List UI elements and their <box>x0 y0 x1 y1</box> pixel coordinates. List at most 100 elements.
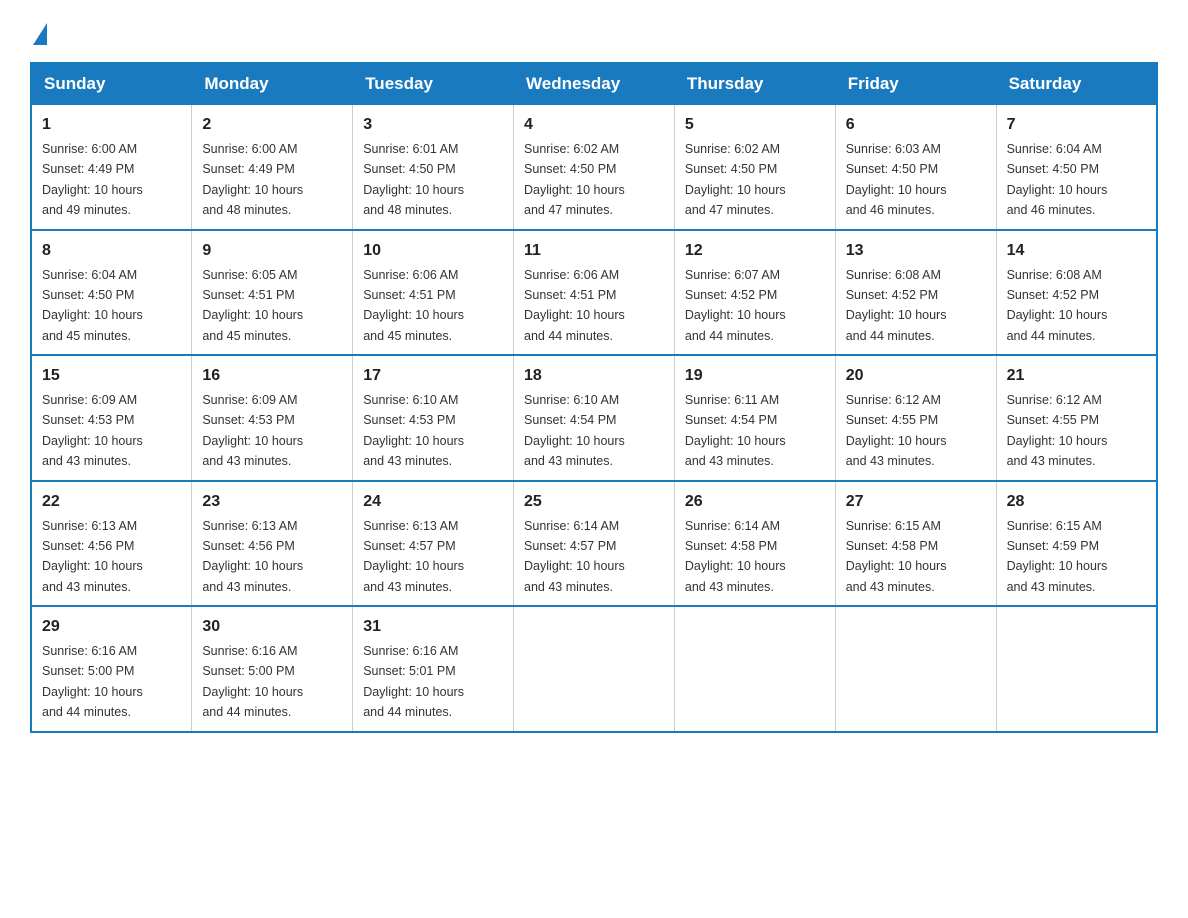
day-info: Sunrise: 6:01 AMSunset: 4:50 PMDaylight:… <box>363 142 464 217</box>
calendar-cell: 28 Sunrise: 6:15 AMSunset: 4:59 PMDaylig… <box>996 481 1157 607</box>
day-info: Sunrise: 6:15 AMSunset: 4:59 PMDaylight:… <box>1007 519 1108 594</box>
calendar-cell: 1 Sunrise: 6:00 AMSunset: 4:49 PMDayligh… <box>31 105 192 230</box>
calendar-header-tuesday: Tuesday <box>353 63 514 105</box>
calendar-cell: 29 Sunrise: 6:16 AMSunset: 5:00 PMDaylig… <box>31 606 192 732</box>
day-number: 20 <box>846 364 986 388</box>
day-info: Sunrise: 6:04 AMSunset: 4:50 PMDaylight:… <box>42 268 143 343</box>
logo <box>30 20 47 42</box>
calendar-cell: 17 Sunrise: 6:10 AMSunset: 4:53 PMDaylig… <box>353 355 514 481</box>
day-info: Sunrise: 6:15 AMSunset: 4:58 PMDaylight:… <box>846 519 947 594</box>
calendar-cell: 18 Sunrise: 6:10 AMSunset: 4:54 PMDaylig… <box>514 355 675 481</box>
day-number: 12 <box>685 239 825 263</box>
day-info: Sunrise: 6:13 AMSunset: 4:56 PMDaylight:… <box>42 519 143 594</box>
calendar-cell: 25 Sunrise: 6:14 AMSunset: 4:57 PMDaylig… <box>514 481 675 607</box>
day-number: 9 <box>202 239 342 263</box>
day-info: Sunrise: 6:05 AMSunset: 4:51 PMDaylight:… <box>202 268 303 343</box>
calendar-week-row: 22 Sunrise: 6:13 AMSunset: 4:56 PMDaylig… <box>31 481 1157 607</box>
day-info: Sunrise: 6:14 AMSunset: 4:58 PMDaylight:… <box>685 519 786 594</box>
calendar-header-saturday: Saturday <box>996 63 1157 105</box>
calendar-header-row: SundayMondayTuesdayWednesdayThursdayFrid… <box>31 63 1157 105</box>
calendar-cell <box>835 606 996 732</box>
day-info: Sunrise: 6:11 AMSunset: 4:54 PMDaylight:… <box>685 393 786 468</box>
day-number: 27 <box>846 490 986 514</box>
day-number: 11 <box>524 239 664 263</box>
calendar-cell: 21 Sunrise: 6:12 AMSunset: 4:55 PMDaylig… <box>996 355 1157 481</box>
day-number: 29 <box>42 615 181 639</box>
day-number: 4 <box>524 113 664 137</box>
logo-triangle-icon <box>33 23 47 45</box>
day-info: Sunrise: 6:00 AMSunset: 4:49 PMDaylight:… <box>42 142 143 217</box>
calendar-cell: 20 Sunrise: 6:12 AMSunset: 4:55 PMDaylig… <box>835 355 996 481</box>
calendar-cell: 6 Sunrise: 6:03 AMSunset: 4:50 PMDayligh… <box>835 105 996 230</box>
day-info: Sunrise: 6:08 AMSunset: 4:52 PMDaylight:… <box>846 268 947 343</box>
calendar-cell: 8 Sunrise: 6:04 AMSunset: 4:50 PMDayligh… <box>31 230 192 356</box>
day-number: 22 <box>42 490 181 514</box>
calendar-cell: 27 Sunrise: 6:15 AMSunset: 4:58 PMDaylig… <box>835 481 996 607</box>
calendar-week-row: 15 Sunrise: 6:09 AMSunset: 4:53 PMDaylig… <box>31 355 1157 481</box>
calendar-cell: 7 Sunrise: 6:04 AMSunset: 4:50 PMDayligh… <box>996 105 1157 230</box>
day-info: Sunrise: 6:04 AMSunset: 4:50 PMDaylight:… <box>1007 142 1108 217</box>
day-number: 23 <box>202 490 342 514</box>
day-number: 3 <box>363 113 503 137</box>
calendar-cell: 5 Sunrise: 6:02 AMSunset: 4:50 PMDayligh… <box>674 105 835 230</box>
day-info: Sunrise: 6:09 AMSunset: 4:53 PMDaylight:… <box>42 393 143 468</box>
day-info: Sunrise: 6:02 AMSunset: 4:50 PMDaylight:… <box>685 142 786 217</box>
day-number: 5 <box>685 113 825 137</box>
day-number: 10 <box>363 239 503 263</box>
day-info: Sunrise: 6:16 AMSunset: 5:00 PMDaylight:… <box>202 644 303 719</box>
day-info: Sunrise: 6:13 AMSunset: 4:56 PMDaylight:… <box>202 519 303 594</box>
day-info: Sunrise: 6:03 AMSunset: 4:50 PMDaylight:… <box>846 142 947 217</box>
calendar-cell: 23 Sunrise: 6:13 AMSunset: 4:56 PMDaylig… <box>192 481 353 607</box>
day-number: 16 <box>202 364 342 388</box>
day-number: 2 <box>202 113 342 137</box>
day-info: Sunrise: 6:12 AMSunset: 4:55 PMDaylight:… <box>846 393 947 468</box>
day-info: Sunrise: 6:10 AMSunset: 4:54 PMDaylight:… <box>524 393 625 468</box>
day-number: 6 <box>846 113 986 137</box>
day-number: 14 <box>1007 239 1146 263</box>
day-info: Sunrise: 6:00 AMSunset: 4:49 PMDaylight:… <box>202 142 303 217</box>
day-number: 19 <box>685 364 825 388</box>
calendar-week-row: 29 Sunrise: 6:16 AMSunset: 5:00 PMDaylig… <box>31 606 1157 732</box>
day-number: 8 <box>42 239 181 263</box>
day-info: Sunrise: 6:14 AMSunset: 4:57 PMDaylight:… <box>524 519 625 594</box>
day-info: Sunrise: 6:08 AMSunset: 4:52 PMDaylight:… <box>1007 268 1108 343</box>
day-number: 30 <box>202 615 342 639</box>
day-info: Sunrise: 6:16 AMSunset: 5:01 PMDaylight:… <box>363 644 464 719</box>
calendar-cell: 12 Sunrise: 6:07 AMSunset: 4:52 PMDaylig… <box>674 230 835 356</box>
calendar-cell: 22 Sunrise: 6:13 AMSunset: 4:56 PMDaylig… <box>31 481 192 607</box>
day-info: Sunrise: 6:13 AMSunset: 4:57 PMDaylight:… <box>363 519 464 594</box>
calendar-week-row: 1 Sunrise: 6:00 AMSunset: 4:49 PMDayligh… <box>31 105 1157 230</box>
calendar-header-friday: Friday <box>835 63 996 105</box>
calendar-cell: 2 Sunrise: 6:00 AMSunset: 4:49 PMDayligh… <box>192 105 353 230</box>
day-info: Sunrise: 6:07 AMSunset: 4:52 PMDaylight:… <box>685 268 786 343</box>
calendar-cell <box>674 606 835 732</box>
day-info: Sunrise: 6:06 AMSunset: 4:51 PMDaylight:… <box>524 268 625 343</box>
calendar-cell: 26 Sunrise: 6:14 AMSunset: 4:58 PMDaylig… <box>674 481 835 607</box>
calendar-cell: 16 Sunrise: 6:09 AMSunset: 4:53 PMDaylig… <box>192 355 353 481</box>
calendar-cell: 19 Sunrise: 6:11 AMSunset: 4:54 PMDaylig… <box>674 355 835 481</box>
day-number: 31 <box>363 615 503 639</box>
day-number: 18 <box>524 364 664 388</box>
calendar-cell: 4 Sunrise: 6:02 AMSunset: 4:50 PMDayligh… <box>514 105 675 230</box>
day-number: 7 <box>1007 113 1146 137</box>
day-info: Sunrise: 6:02 AMSunset: 4:50 PMDaylight:… <box>524 142 625 217</box>
calendar-cell: 11 Sunrise: 6:06 AMSunset: 4:51 PMDaylig… <box>514 230 675 356</box>
calendar-cell <box>996 606 1157 732</box>
day-number: 13 <box>846 239 986 263</box>
calendar-cell: 3 Sunrise: 6:01 AMSunset: 4:50 PMDayligh… <box>353 105 514 230</box>
calendar-header-thursday: Thursday <box>674 63 835 105</box>
calendar-cell: 14 Sunrise: 6:08 AMSunset: 4:52 PMDaylig… <box>996 230 1157 356</box>
calendar-cell: 13 Sunrise: 6:08 AMSunset: 4:52 PMDaylig… <box>835 230 996 356</box>
day-number: 28 <box>1007 490 1146 514</box>
day-info: Sunrise: 6:12 AMSunset: 4:55 PMDaylight:… <box>1007 393 1108 468</box>
day-number: 21 <box>1007 364 1146 388</box>
calendar-cell: 31 Sunrise: 6:16 AMSunset: 5:01 PMDaylig… <box>353 606 514 732</box>
calendar-cell: 9 Sunrise: 6:05 AMSunset: 4:51 PMDayligh… <box>192 230 353 356</box>
calendar-table: SundayMondayTuesdayWednesdayThursdayFrid… <box>30 62 1158 733</box>
calendar-cell: 30 Sunrise: 6:16 AMSunset: 5:00 PMDaylig… <box>192 606 353 732</box>
calendar-header-sunday: Sunday <box>31 63 192 105</box>
day-info: Sunrise: 6:10 AMSunset: 4:53 PMDaylight:… <box>363 393 464 468</box>
calendar-week-row: 8 Sunrise: 6:04 AMSunset: 4:50 PMDayligh… <box>31 230 1157 356</box>
calendar-header-wednesday: Wednesday <box>514 63 675 105</box>
calendar-cell: 15 Sunrise: 6:09 AMSunset: 4:53 PMDaylig… <box>31 355 192 481</box>
